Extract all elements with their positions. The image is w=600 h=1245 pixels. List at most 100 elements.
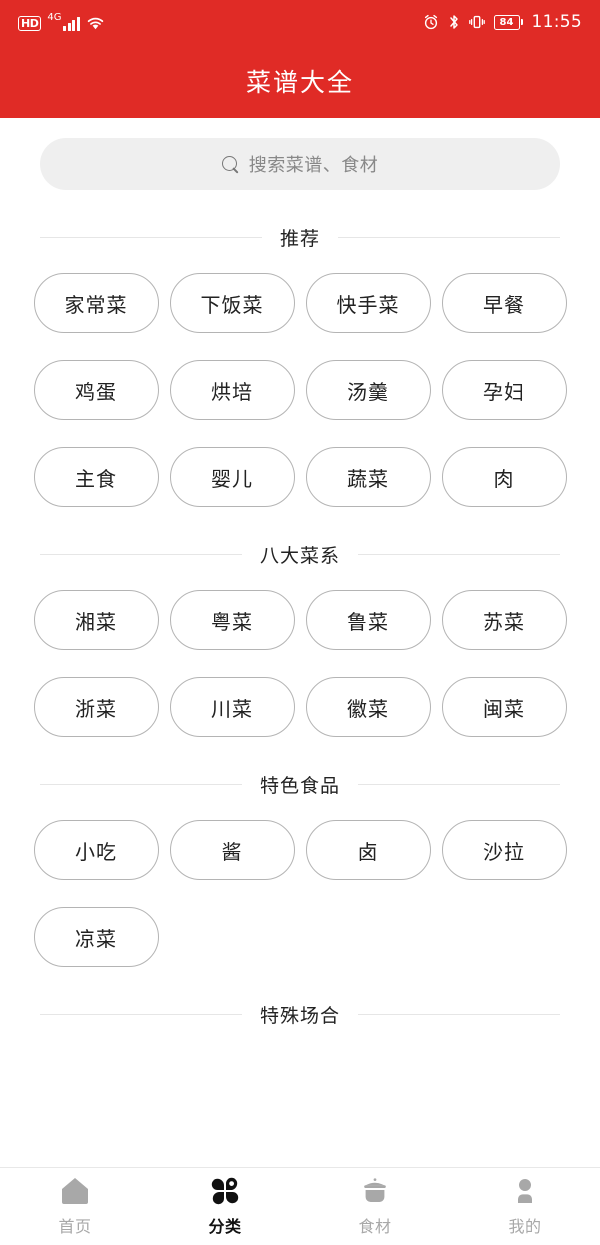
- category-chip-cell: 徽菜: [300, 677, 436, 737]
- category-chip[interactable]: 苏菜: [441, 590, 567, 650]
- category-chip-cell: 蔬菜: [300, 447, 436, 507]
- section-divider-right: [358, 1014, 561, 1015]
- section-header: 特殊场合: [0, 1001, 600, 1028]
- status-bar-left: HD 4G: [18, 13, 105, 31]
- category-chip-cell: 小吃: [28, 820, 164, 880]
- section-divider-right: [358, 554, 561, 555]
- tab-categories[interactable]: 分类: [150, 1176, 300, 1237]
- category-chip-cell: 婴儿: [164, 447, 300, 507]
- alarm-clock-icon: [423, 14, 439, 30]
- person-icon: [509, 1176, 541, 1206]
- category-chip[interactable]: 早餐: [441, 273, 567, 333]
- section-divider-right: [338, 237, 561, 238]
- section-title: 推荐: [280, 228, 321, 250]
- category-chip-cell: 闽菜: [436, 677, 572, 737]
- category-chip-cell: 湘菜: [28, 590, 164, 650]
- section-divider-right: [358, 784, 561, 785]
- wifi-icon: [86, 16, 105, 31]
- category-chip[interactable]: 下饭菜: [169, 273, 295, 333]
- category-chip[interactable]: 凉菜: [33, 907, 159, 967]
- category-chip-cell: 凉菜: [28, 907, 164, 967]
- section-title: 八大菜系: [260, 545, 341, 567]
- tab-profile[interactable]: 我的: [450, 1176, 600, 1237]
- bottom-tab-bar: 首页 分类 食材 我的: [0, 1167, 600, 1245]
- phone-screen: HD 4G 84 11:55 菜谱大全 搜索菜谱、食材 推荐 家常菜 下饭菜 快…: [0, 0, 600, 1245]
- network-type-label: 4G: [47, 12, 62, 23]
- category-chip-cell: 下饭菜: [164, 273, 300, 333]
- signal-strength-bars: [63, 16, 80, 31]
- category-chip-cell: 主食: [28, 447, 164, 507]
- category-chip[interactable]: 婴儿: [169, 447, 295, 507]
- category-chip[interactable]: 闽菜: [441, 677, 567, 737]
- tab-home[interactable]: 首页: [0, 1176, 150, 1237]
- tab-profile-label: 我的: [508, 1217, 542, 1236]
- category-chip[interactable]: 家常菜: [33, 273, 159, 333]
- search-placeholder: 搜索菜谱、食材: [248, 155, 379, 176]
- battery-level: 84: [493, 14, 520, 30]
- category-chip-cell: 苏菜: [436, 590, 572, 650]
- section-divider-left: [40, 784, 242, 785]
- status-bar-right: 84 11:55: [423, 12, 583, 32]
- tab-ingredients[interactable]: 食材: [300, 1176, 450, 1237]
- category-chip-group: 小吃酱卤沙拉凉菜: [0, 820, 600, 967]
- category-chip[interactable]: 沙拉: [441, 820, 567, 880]
- signal-bars-icon: 4G: [47, 13, 80, 31]
- home-icon: [59, 1176, 91, 1206]
- category-chip[interactable]: 孕妇: [441, 360, 567, 420]
- category-chip-cell: 肉: [436, 447, 572, 507]
- category-chip[interactable]: 烘培: [169, 360, 295, 420]
- category-chip-cell: 早餐: [436, 273, 572, 333]
- search-input[interactable]: 搜索菜谱、食材: [40, 138, 560, 190]
- status-bar: HD 4G 84 11:55: [0, 0, 600, 44]
- category-chip-cell: 浙菜: [28, 677, 164, 737]
- category-chip[interactable]: 肉: [441, 447, 567, 507]
- battery-tip: [520, 19, 523, 25]
- search-icon: [221, 155, 239, 173]
- category-chip-cell: 粤菜: [164, 590, 300, 650]
- tab-ingredients-label: 食材: [358, 1217, 392, 1236]
- category-chip-cell: 卤: [300, 820, 436, 880]
- section-header: 推荐: [0, 224, 600, 251]
- category-chip[interactable]: 主食: [33, 447, 159, 507]
- category-chip-cell: 家常菜: [28, 273, 164, 333]
- category-chip[interactable]: 粤菜: [169, 590, 295, 650]
- category-chip-cell: 沙拉: [436, 820, 572, 880]
- section-header: 特色食品: [0, 771, 600, 798]
- category-chip[interactable]: 鸡蛋: [33, 360, 159, 420]
- tab-home-label: 首页: [58, 1217, 92, 1236]
- category-chip-cell: 酱: [164, 820, 300, 880]
- category-chip-cell: 孕妇: [436, 360, 572, 420]
- category-chip[interactable]: 小吃: [33, 820, 159, 880]
- bluetooth-icon: [448, 14, 460, 30]
- section-divider-left: [40, 237, 262, 238]
- category-chip-cell: 鲁菜: [300, 590, 436, 650]
- category-chip[interactable]: 徽菜: [305, 677, 431, 737]
- category-sections: 推荐家常菜 下饭菜 快手菜 早餐鸡蛋 烘培 汤羹 孕妇主食 婴儿 蔬菜肉八大菜系湘菜 粤菜 鲁菜 苏菜…: [0, 224, 600, 1028]
- category-chip-group: 湘菜 粤菜 鲁菜 苏菜浙菜 川菜 徽菜 闽菜: [0, 590, 600, 737]
- battery-icon: 84: [493, 14, 523, 30]
- category-chip[interactable]: 鲁菜: [305, 590, 431, 650]
- cooking-pot-icon: [359, 1176, 391, 1206]
- category-chip[interactable]: 卤: [305, 820, 431, 880]
- category-chip[interactable]: 浙菜: [33, 677, 159, 737]
- hd-icon: HD: [18, 16, 42, 31]
- vibrate-mode-icon: [468, 14, 485, 30]
- section-divider-left: [40, 1014, 242, 1015]
- category-chip[interactable]: 酱: [169, 820, 295, 880]
- section-header: 八大菜系: [0, 541, 600, 568]
- category-chip-group: 家常菜 下饭菜 快手菜 早餐鸡蛋 烘培 汤羹 孕妇主食 婴儿 蔬菜肉: [0, 273, 600, 507]
- category-chip[interactable]: 湘菜: [33, 590, 159, 650]
- section-title: 特色食品: [260, 775, 341, 797]
- section-title: 特殊场合: [260, 1005, 341, 1027]
- main-content: 搜索菜谱、食材 推荐家常菜 下饭菜 快手菜 早餐鸡蛋 烘培 汤羹 孕妇主食 婴儿 蔬菜肉八大菜系…: [0, 118, 600, 1167]
- section-divider-left: [40, 554, 242, 555]
- category-chip-cell: 川菜: [164, 677, 300, 737]
- category-chip[interactable]: 川菜: [169, 677, 295, 737]
- category-chip[interactable]: 蔬菜: [305, 447, 431, 507]
- category-chip[interactable]: 汤羹: [305, 360, 431, 420]
- categories-clover-icon: [209, 1176, 241, 1206]
- category-chip-cell: 快手菜: [300, 273, 436, 333]
- page-title: 菜谱大全: [245, 68, 354, 97]
- category-chip[interactable]: 快手菜: [305, 273, 431, 333]
- status-bar-clock: 11:55: [531, 12, 582, 32]
